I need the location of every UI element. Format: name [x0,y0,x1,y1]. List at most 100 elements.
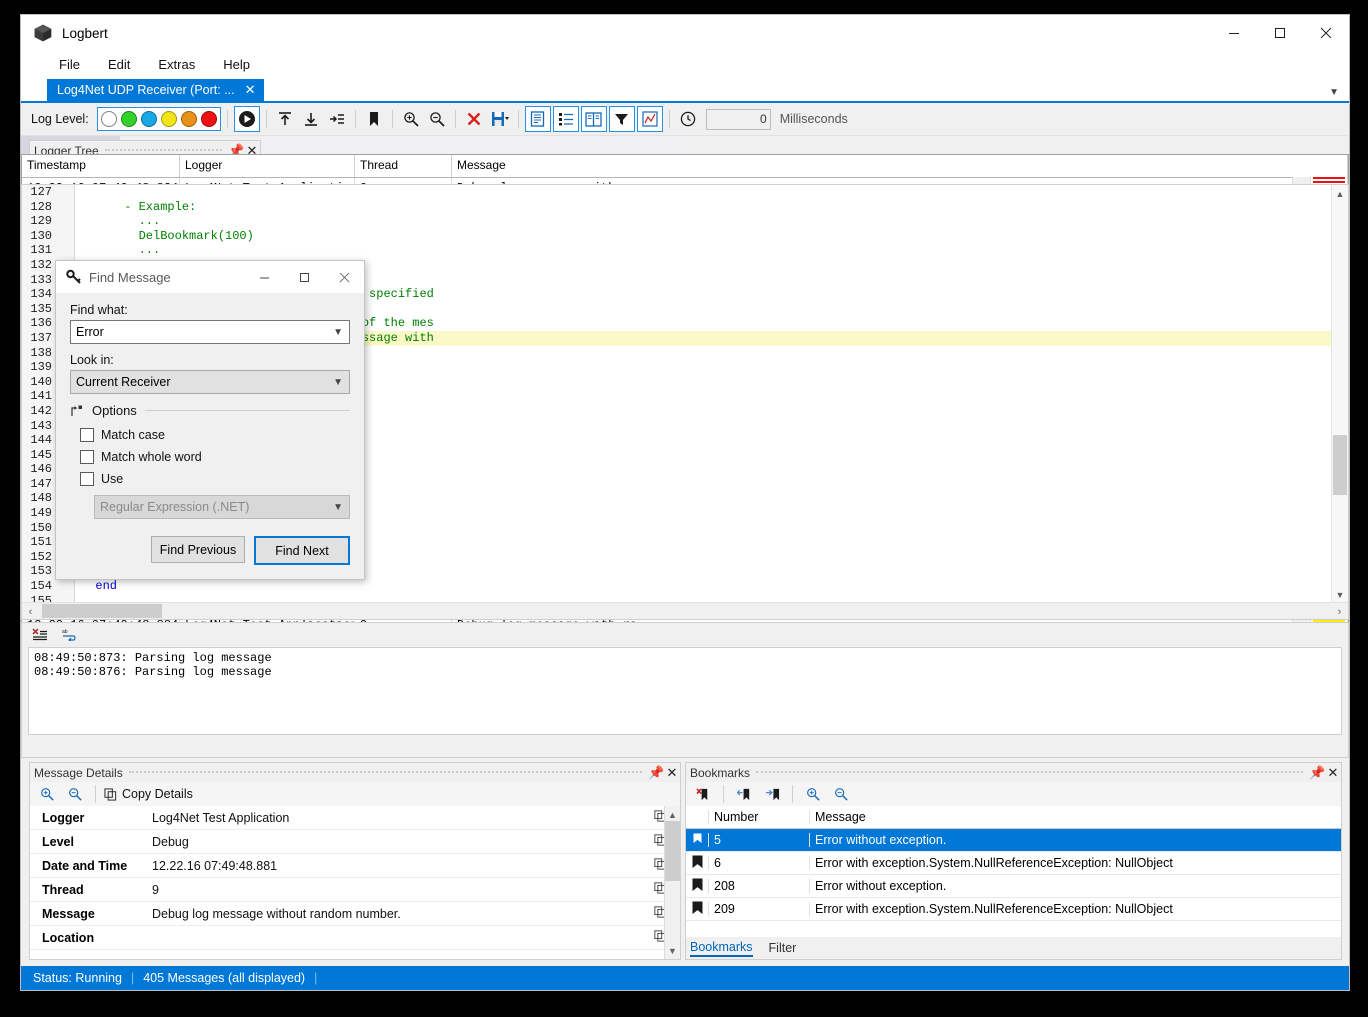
menu-item-help[interactable]: Help [211,54,262,75]
scroll-to-bottom-button[interactable] [299,107,323,131]
match-case-option[interactable]: Match case [80,428,350,442]
bookmarks-column-header-number[interactable]: Number [708,810,810,824]
zoom-in-button[interactable] [399,107,423,131]
show-details-button[interactable] [524,106,551,132]
bookmarks-pin-icon[interactable]: 📌 [1309,765,1325,781]
log-level-error-button[interactable] [179,109,199,129]
bookmark-flag-icon [686,901,708,917]
bookmarks-zoom-out-button[interactable] [829,782,853,806]
column-header-message[interactable]: Message [452,155,1348,177]
bookmark-row[interactable]: 209 Error with exception.System.NullRefer… [686,898,1341,921]
show-bookmarks-button[interactable] [580,106,607,132]
minimize-button[interactable] [1211,15,1257,51]
chevron-down-icon[interactable]: ▼ [333,377,343,388]
bookmark-button[interactable] [362,107,386,131]
menu-item-edit[interactable]: Edit [96,54,142,75]
use-option[interactable]: Use [80,472,350,486]
match-case-checkbox[interactable] [80,428,94,442]
statistics-button[interactable] [636,106,663,132]
match-whole-word-option[interactable]: Match whole word [80,450,350,464]
detail-row[interactable]: Location [30,926,680,950]
scroll-to-selection-button[interactable] [325,107,349,131]
message-details-pin-icon[interactable]: 📌 [648,765,664,781]
start-stop-button[interactable] [233,106,260,132]
detail-row[interactable]: Logger Log4Net Test Application [30,806,680,830]
script-scroll-right-arrow-icon[interactable]: › [1331,603,1348,619]
detail-row[interactable]: Date and Time 12.22.16 07:49:48.881 [30,854,680,878]
tabstrip-chevron-down-icon[interactable]: ▼ [1329,87,1339,98]
script-hscroll-thumb[interactable] [42,604,162,618]
milliseconds-input[interactable]: 0 [705,108,771,130]
details-zoom-out-button[interactable] [63,782,87,806]
previous-bookmark-button[interactable] [732,782,756,806]
close-button[interactable] [1303,15,1349,51]
use-checkbox[interactable] [80,472,94,486]
find-message-dialog[interactable]: Find Message Find what: Error ▼ Look in:… [55,260,365,580]
menu-item-extras[interactable]: Extras [146,54,207,75]
find-dialog-minimize-button[interactable] [244,261,284,293]
log-level-debug-button[interactable] [119,109,139,129]
log-level-fatal-button[interactable] [199,109,219,129]
script-scroll-left-arrow-icon[interactable]: ‹ [22,603,39,619]
tab-log4net-udp-receiver[interactable]: Log4Net UDP Receiver (Port: ... ✕ [47,79,264,101]
match-case-row[interactable]: Match case [70,420,350,442]
details-vertical-scrollbar[interactable]: ▲ ▼ [664,806,680,959]
detail-row[interactable]: Thread 9 [30,878,680,902]
log-level-warn-button[interactable] [159,109,179,129]
match-whole-word-checkbox[interactable] [80,450,94,464]
tab-close-icon[interactable]: ✕ [245,82,256,98]
column-header-thread[interactable]: Thread [355,155,452,177]
look-in-value: Current Receiver [76,375,171,389]
script-scroll-thumb[interactable] [1333,435,1347,495]
maximize-button[interactable] [1257,15,1303,51]
scroll-to-top-button[interactable] [273,107,297,131]
code-line: 131 ... [22,243,1348,258]
bookmarks-close-icon[interactable]: ✕ [1325,765,1341,781]
zoom-out-button[interactable] [425,107,449,131]
find-dialog-close-button[interactable] [324,261,364,293]
script-scroll-up-arrow-icon[interactable]: ▲ [1332,185,1348,202]
find-previous-button[interactable]: Find Previous [151,536,245,563]
column-header-timestamp[interactable]: Timestamp [22,155,180,177]
find-dialog-maximize-button[interactable] [284,261,324,293]
message-details-close-icon[interactable]: ✕ [664,765,680,781]
column-header-logger[interactable]: Logger [180,155,355,177]
script-vertical-scrollbar[interactable]: ▲ ▼ [1331,185,1348,619]
save-button[interactable] [488,107,512,131]
next-bookmark-button[interactable] [760,782,784,806]
bookmark-row[interactable]: 6 Error with exception.System.NullReferen… [686,852,1341,875]
menu-item-file[interactable]: File [47,54,92,75]
tab-filter[interactable]: Filter [769,941,797,955]
script-output-text[interactable]: 08:49:50:873: Parsing log message 08:49:… [28,647,1342,735]
clear-bookmarks-button[interactable] [691,782,715,806]
timeshift-button[interactable] [676,107,700,131]
bookmark-row[interactable]: 5 Error without exception. [686,829,1341,852]
bookmarks-zoom-in-button[interactable] [801,782,825,806]
detail-row[interactable]: Propertieslog4net:UserName: ALFON\wangle… [30,950,680,953]
log-level-trace-button[interactable] [99,109,119,129]
detail-row[interactable]: Message Debug log message without random … [30,902,680,926]
script-horizontal-scrollbar[interactable]: ‹ › [22,602,1348,619]
match-whole-word-row[interactable]: Match whole word [70,442,350,464]
bookmarks-column-header-message[interactable]: Message [810,810,1341,824]
chevron-down-icon[interactable]: ▼ [333,327,343,338]
word-wrap-button[interactable]: ab [58,622,82,646]
details-scroll-thumb[interactable] [665,821,680,881]
code-text: DelBookmark(100) [81,228,254,243]
tab-bookmarks[interactable]: Bookmarks [690,940,753,957]
clear-button[interactable] [462,107,486,131]
detail-row[interactable]: Level Debug [30,830,680,854]
details-zoom-in-button[interactable] [35,782,59,806]
details-scroll-down-arrow-icon[interactable]: ▼ [665,942,680,959]
clear-output-button[interactable] [28,622,52,646]
log-level-info-button[interactable] [139,109,159,129]
use-regex-row[interactable]: Use [70,464,350,486]
filter-button[interactable] [608,106,635,132]
look-in-combobox[interactable]: Current Receiver ▼ [70,370,350,394]
bookmark-row[interactable]: 208 Error without exception. [686,875,1341,898]
find-what-combobox[interactable]: Error ▼ [70,320,350,344]
show-logger-tree-button[interactable] [552,106,579,132]
copy-details-button[interactable]: Copy Details [104,787,193,801]
script-scroll-down-arrow-icon[interactable]: ▼ [1332,586,1348,603]
find-next-button[interactable]: Find Next [254,536,350,565]
